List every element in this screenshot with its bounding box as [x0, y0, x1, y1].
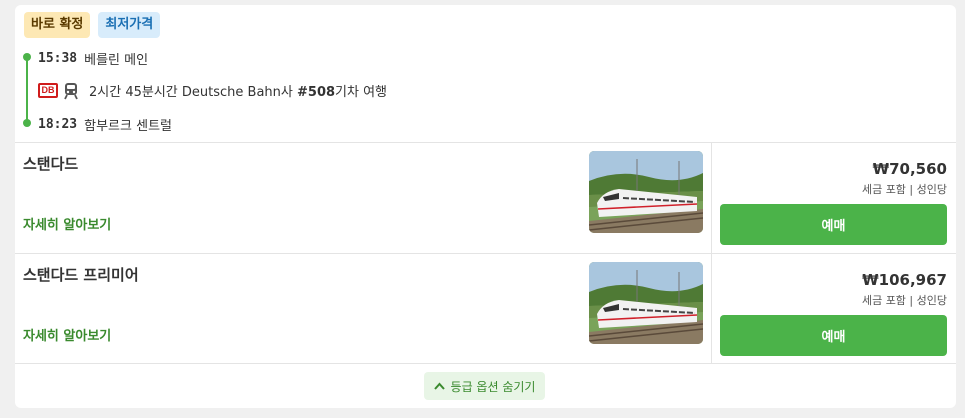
- tax-note: 세금 포함 | 성인당: [861, 294, 947, 307]
- journey-suffix: 기차 여행: [335, 85, 388, 100]
- departure-station: 베를린 메인: [84, 53, 149, 68]
- instant-confirm-badge: 바로 확정: [24, 12, 91, 38]
- journey-info: 2시간 45분시간 Deutsche Bahn사 #508기차 여행: [89, 81, 387, 100]
- arrival-row: 18:23 함부르크 센트럴: [38, 115, 172, 134]
- hide-class-options-button[interactable]: 등급 옵션 숨기기: [424, 372, 545, 400]
- hide-class-options-label: 등급 옵션 숨기기: [450, 379, 536, 394]
- fare-name-standard: 스탠다드: [23, 155, 79, 173]
- journey-duration: 2시간 45분시간: [89, 85, 178, 100]
- divider: [15, 142, 956, 143]
- fare-price: ₩70,560: [872, 160, 947, 178]
- departure-dot: [23, 53, 31, 61]
- db-logo: DB: [38, 83, 58, 98]
- train-icon: [64, 82, 78, 99]
- fare-divider: [711, 254, 712, 363]
- journey-row: DB 2시간 45분시간 Deutsche Bahn사 #508기차 여행: [38, 81, 387, 100]
- train-number: #508: [297, 85, 336, 100]
- learn-more-link[interactable]: 자세히 알아보기: [23, 325, 111, 344]
- divider: [15, 363, 956, 364]
- fare-price: ₩106,967: [862, 271, 947, 289]
- learn-more-link[interactable]: 자세히 알아보기: [23, 214, 111, 233]
- arrival-dot: [23, 119, 31, 127]
- journey-operator: Deutsche Bahn사: [181, 85, 293, 100]
- tax-note: 세금 포함 | 성인당: [861, 183, 947, 196]
- train-result-card: 바로 확정 최저가격 15:38 베를린 메인 DB 2시간 45분시간 Deu…: [15, 5, 956, 408]
- fare-name-standard-premier: 스탠다드 프리미어: [23, 266, 139, 284]
- arrival-time: 18:23: [38, 117, 78, 132]
- book-button[interactable]: 예매: [720, 315, 947, 356]
- divider: [15, 253, 956, 254]
- arrival-station: 함부르크 센트럴: [84, 119, 172, 134]
- departure-time: 15:38: [38, 51, 78, 66]
- train-photo: [589, 151, 703, 233]
- lowest-price-badge: 최저가격: [98, 12, 161, 38]
- departure-row: 15:38 베를린 메인: [38, 49, 148, 68]
- badges: 바로 확정 최저가격: [24, 12, 161, 38]
- fare-divider: [711, 143, 712, 253]
- timeline-line: [26, 57, 28, 123]
- chevron-up-icon: [433, 382, 445, 390]
- train-photo: [589, 262, 703, 344]
- book-button[interactable]: 예매: [720, 204, 947, 245]
